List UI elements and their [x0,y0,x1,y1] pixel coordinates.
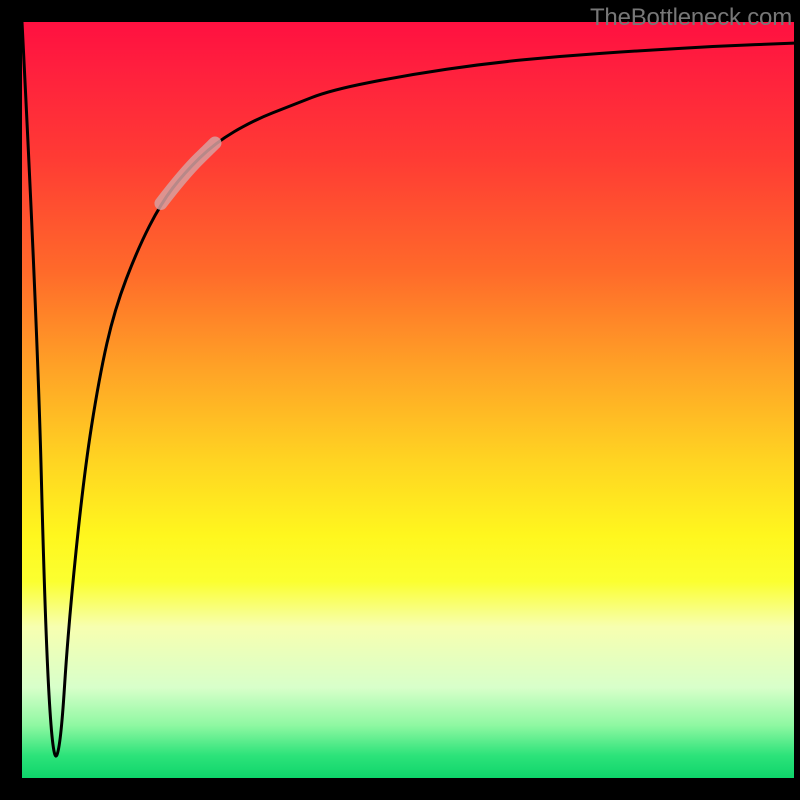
watermark-text: TheBottleneck.com [590,4,792,32]
curve-svg [22,22,794,778]
chart-container: TheBottleneck.com [0,0,800,800]
bottleneck-curve [22,22,794,756]
highlight-segment [161,143,215,203]
plot-area [22,22,794,778]
